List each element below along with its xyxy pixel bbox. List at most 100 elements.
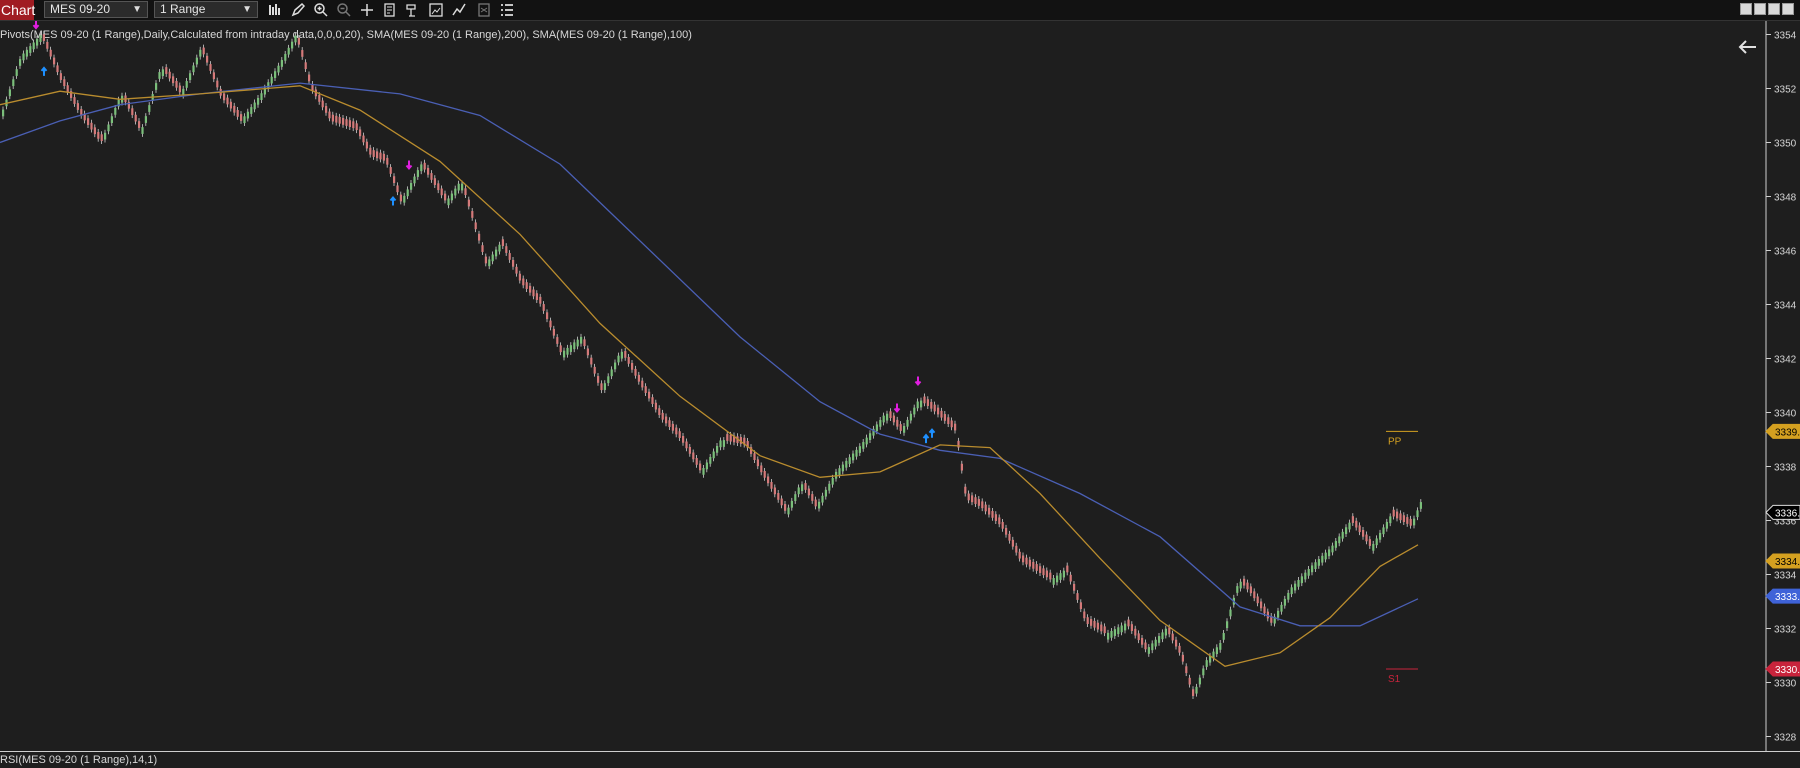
bar-body	[1215, 647, 1218, 655]
bar-body	[882, 415, 885, 423]
bar-body	[875, 424, 878, 432]
bar-body	[236, 110, 239, 117]
sell-arrow-icon	[405, 160, 413, 171]
bar-body	[1290, 587, 1293, 595]
bar-body	[297, 37, 300, 45]
bar-body	[1300, 576, 1303, 584]
bar-body	[1066, 565, 1069, 573]
template-icon[interactable]	[475, 1, 493, 19]
bar-body	[695, 458, 698, 465]
bar-body	[389, 167, 392, 174]
properties-icon[interactable]	[381, 1, 399, 19]
bar-body	[593, 366, 596, 374]
crosshair-icon[interactable]	[358, 1, 376, 19]
bar-body	[308, 74, 311, 82]
bar-body	[1304, 572, 1307, 580]
bar-body	[413, 176, 416, 184]
bar-body	[253, 102, 256, 110]
bar-body	[1107, 632, 1110, 640]
bar-body	[1365, 534, 1368, 542]
bar-body	[580, 336, 583, 344]
bar-body	[1120, 625, 1123, 633]
bar-body	[243, 116, 246, 124]
bar-body	[53, 57, 56, 65]
bar-body	[971, 495, 974, 503]
bar-body	[90, 122, 93, 130]
strategy-icon[interactable]	[450, 1, 468, 19]
bar-body	[1253, 591, 1256, 599]
bar-body	[1392, 509, 1395, 517]
pencil-draw-icon[interactable]	[289, 1, 307, 19]
bar-body	[1151, 643, 1154, 651]
bar-type-icon[interactable]	[266, 1, 284, 19]
bar-body	[535, 293, 538, 300]
bar-body	[651, 397, 654, 404]
bar-body	[1158, 636, 1161, 643]
screenshot-icon[interactable]	[427, 1, 445, 19]
bar-body	[15, 69, 18, 76]
bar-body	[1317, 559, 1320, 566]
bar-body	[430, 173, 433, 180]
interval-selector[interactable]: 1 Range ▼	[154, 1, 258, 18]
bar-body	[2, 109, 5, 117]
bar-body	[614, 362, 617, 370]
bar-body	[1090, 619, 1093, 626]
bar-body	[855, 449, 858, 457]
bar-body	[801, 484, 804, 492]
bar-body	[896, 419, 899, 427]
bar-body	[1045, 570, 1048, 578]
bar-body	[1229, 609, 1232, 617]
bar-body	[294, 35, 297, 43]
bar-body	[712, 451, 715, 459]
bar-body	[824, 489, 827, 497]
bar-body	[542, 304, 545, 311]
sma-200-line	[0, 82, 1419, 627]
bar-body	[1161, 632, 1164, 640]
bar-body	[954, 423, 957, 431]
bar-body	[675, 427, 678, 435]
pivot-label-s1: S1	[1388, 674, 1401, 685]
window-minimize-button[interactable]	[1768, 3, 1780, 15]
indicators-list-icon[interactable]	[498, 1, 516, 19]
bar-body	[1348, 522, 1351, 530]
price-axis[interactable]: 3354 3352 3350 3348 3346 3344 3342 3340 3338 3336…	[1765, 21, 1800, 751]
bar-body	[1117, 627, 1120, 635]
bar-body	[372, 150, 375, 157]
bar-body	[838, 468, 841, 475]
bar-body	[1396, 511, 1399, 519]
bar-body	[114, 107, 117, 115]
bar-body	[464, 188, 467, 196]
bar-body	[369, 147, 372, 155]
price-tick-label: 3342	[1774, 355, 1797, 366]
bar-body	[1249, 586, 1252, 594]
bar-body	[770, 481, 773, 489]
bar-body	[423, 162, 426, 170]
bar-body	[403, 195, 406, 203]
bar-body	[206, 55, 209, 63]
bar-body	[1076, 593, 1079, 600]
bar-body	[974, 497, 977, 504]
bar-body	[104, 132, 107, 140]
window-restore-button[interactable]	[1754, 3, 1766, 15]
bar-body	[597, 376, 600, 383]
window-maximize-button[interactable]	[1782, 3, 1794, 15]
instrument-selector[interactable]: MES 09-20 ▼	[44, 1, 148, 18]
bar-body	[722, 440, 725, 447]
bar-body	[845, 460, 848, 468]
zoom-in-icon[interactable]	[312, 1, 330, 19]
zoom-out-icon[interactable]	[335, 1, 353, 19]
bar-body	[291, 41, 294, 49]
data-box-icon[interactable]	[404, 1, 422, 19]
bar-body	[726, 434, 729, 441]
bar-body	[930, 401, 933, 409]
window-tile-button[interactable]	[1740, 3, 1752, 15]
bar-body	[559, 345, 562, 353]
bar-body	[192, 65, 195, 73]
bar-body	[967, 493, 970, 501]
bar-body	[12, 79, 15, 87]
bar-body	[688, 447, 691, 454]
bar-body	[906, 419, 909, 427]
chart-tab[interactable]: Chart	[0, 0, 35, 20]
price-chart[interactable]: PP S1 3354 3352 3350 3348 3346 3344 3342 3340 333…	[0, 21, 1800, 751]
bar-body	[1113, 629, 1116, 636]
